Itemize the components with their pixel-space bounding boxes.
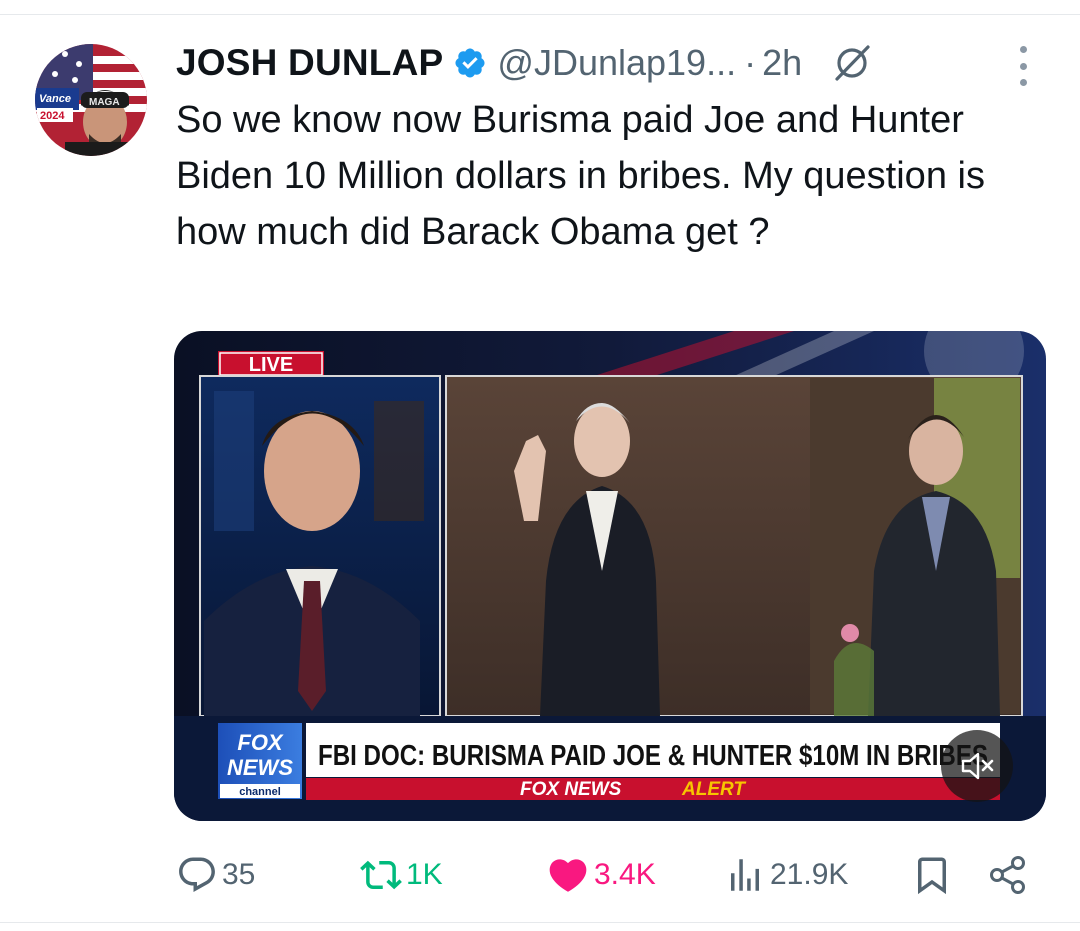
user-handle[interactable]: @JDunlap19... [497,42,736,84]
mute-toggle-button[interactable] [941,730,1013,802]
speaker-muted-icon [961,752,994,780]
alert-word: ALERT [681,779,746,800]
tweet-text: So we know now Burisma paid Joe and Hunt… [176,99,985,253]
top-divider [0,14,1080,15]
repost-button[interactable]: 1K [360,848,443,902]
network-logo-line1: FOX [237,730,284,755]
network-logo-line2: NEWS [227,755,293,780]
view-count: 21.9K [770,858,849,891]
repost-count: 1K [406,858,443,891]
share-icon [986,853,1030,897]
grok-icon[interactable] [830,41,874,85]
network-logo-line3: channel [239,786,281,798]
like-button[interactable]: 3.4K [546,848,656,902]
alert-prefix: FOX NEWS [520,779,622,800]
news-headline: FBI DOC: BURISMA PAID JOE & HUNTER $10M … [318,740,988,772]
live-label: LIVE [249,354,293,376]
analytics-icon [724,854,766,896]
bottom-divider [0,922,1080,923]
verified-badge-icon[interactable] [453,46,487,80]
separator-dot: · [744,42,757,83]
avatar[interactable]: Vance 2024 MAGA [35,44,147,156]
more-dots-icon[interactable] [1012,46,1034,86]
views-button[interactable]: 21.9K [724,848,848,902]
reply-icon [176,854,218,896]
tweet-header: JOSH DUNLAP @JDunlap19... · 2h [176,38,874,88]
heart-icon [546,853,590,897]
video-player[interactable]: LIVE FOX NEWS channel FBI DOC: BURISMA P… [174,331,1046,821]
bookmark-button[interactable] [911,848,953,902]
action-bar: 35 1K 3.4K 21.9K [176,848,1036,902]
bookmark-icon [911,854,953,896]
timestamp[interactable]: 2h [762,42,802,84]
avatar-badge-text: Vance [39,93,71,105]
share-button[interactable] [986,848,1030,902]
avatar-badge-year: 2024 [40,110,65,122]
repost-icon [360,854,402,896]
avatar-hat-text: MAGA [89,97,120,108]
like-count: 3.4K [594,858,656,891]
reply-button[interactable]: 35 [176,848,255,902]
reply-count: 35 [222,858,256,891]
display-name[interactable]: JOSH DUNLAP [176,42,443,84]
